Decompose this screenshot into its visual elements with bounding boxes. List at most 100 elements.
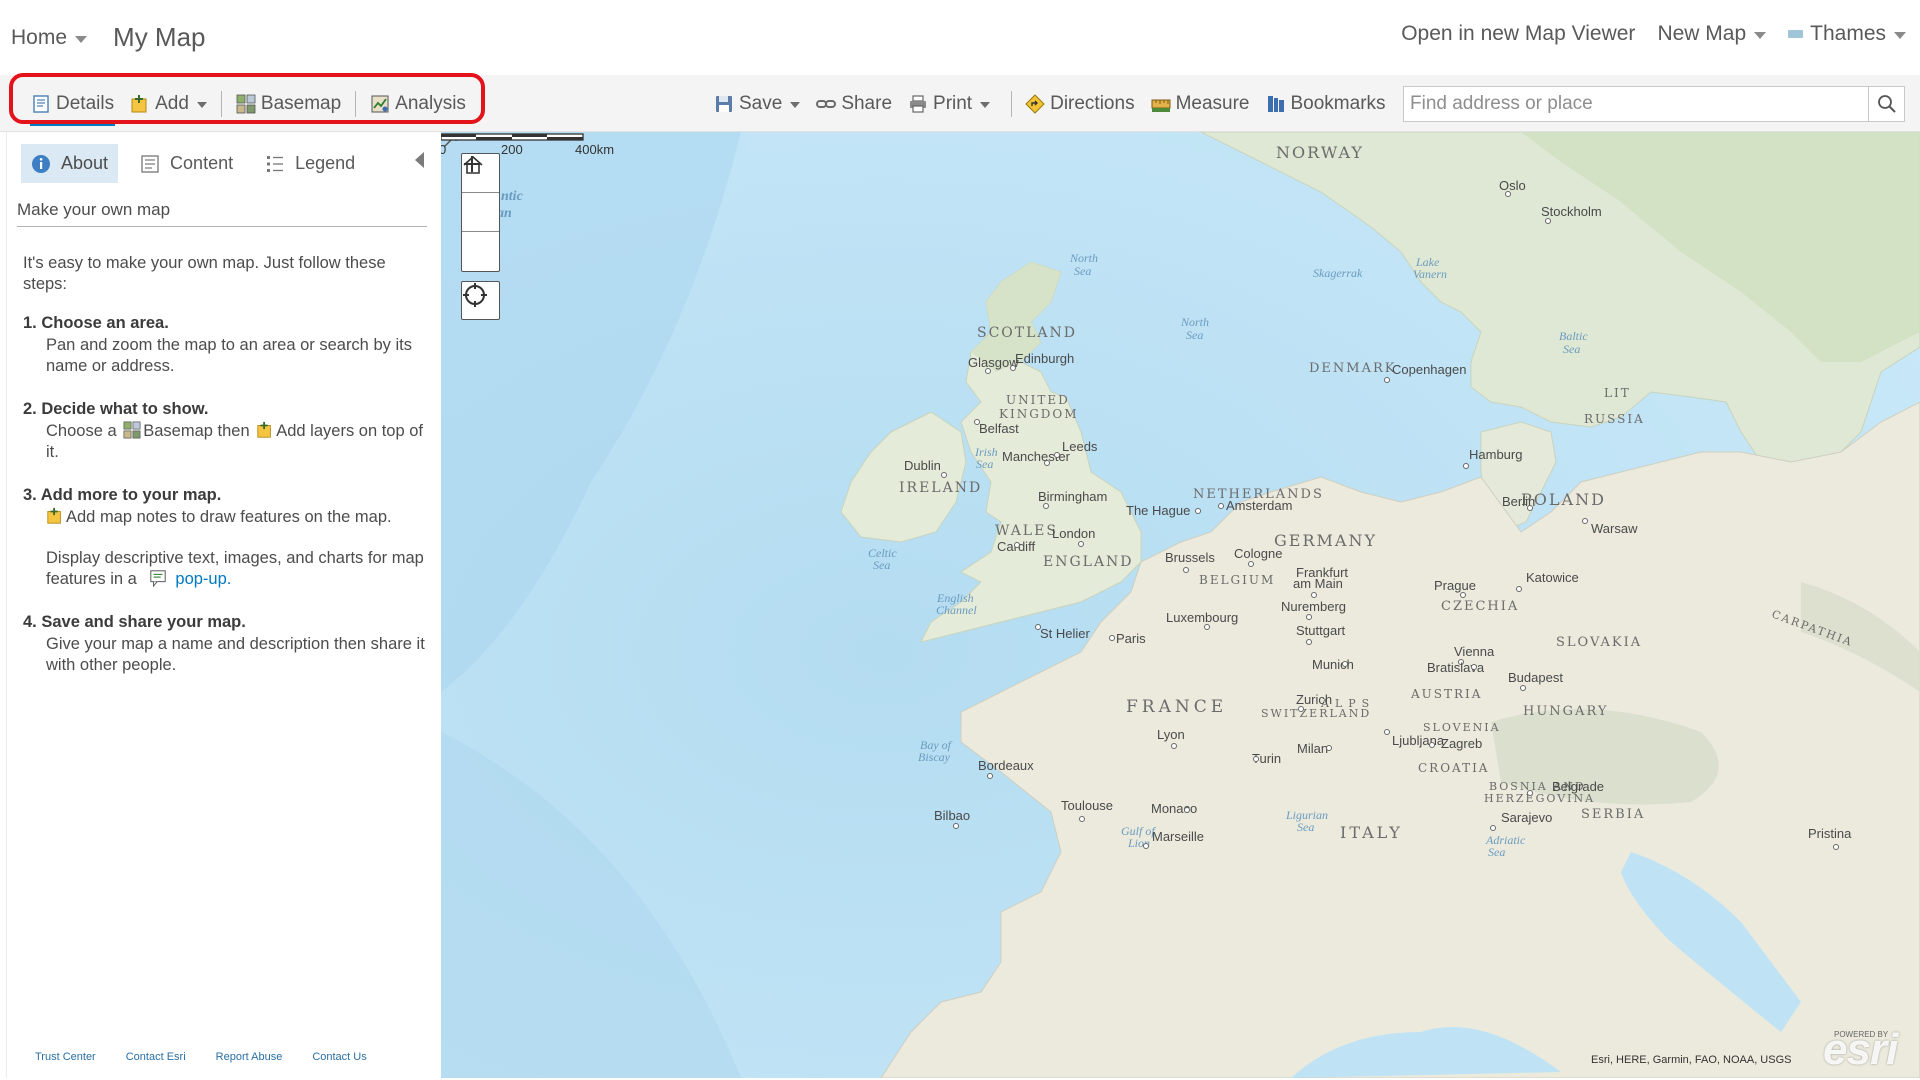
water-label: Sea bbox=[976, 457, 993, 471]
city-label: The Hague bbox=[1126, 503, 1190, 518]
city-label: Brussels bbox=[1165, 550, 1215, 565]
print-button[interactable]: Print bbox=[904, 75, 1002, 132]
basemap-icon bbox=[123, 421, 141, 439]
user-avatar-icon bbox=[1788, 30, 1804, 38]
step-3: 3. Add more to your map. Add map notes t… bbox=[23, 485, 428, 590]
chevron-down-icon bbox=[980, 101, 991, 108]
details-button[interactable]: Details bbox=[26, 75, 119, 132]
search-button[interactable] bbox=[1868, 87, 1904, 121]
city-label: Bordeaux bbox=[978, 758, 1034, 773]
locate-button[interactable] bbox=[461, 281, 500, 320]
bookmarks-button[interactable]: Bookmarks bbox=[1262, 75, 1398, 132]
popup-icon bbox=[150, 570, 167, 587]
search-input[interactable] bbox=[1404, 87, 1868, 121]
tab-about-label: About bbox=[61, 153, 109, 173]
trust-center-link[interactable]: Trust Center bbox=[35, 1051, 96, 1063]
share-label: Share bbox=[841, 92, 893, 114]
city-label: Marseille bbox=[1152, 829, 1204, 844]
user-menu[interactable]: Thames bbox=[1788, 22, 1906, 46]
step-title: 2. Decide what to show. bbox=[23, 400, 209, 418]
home-extent-button[interactable] bbox=[462, 155, 499, 232]
zoom-out-button[interactable] bbox=[462, 163, 499, 271]
add-button[interactable]: Add bbox=[125, 75, 212, 132]
details-icon bbox=[33, 94, 49, 113]
step-1: 1. Choose an area. Pan and zoom the map … bbox=[23, 313, 428, 377]
link-icon bbox=[816, 99, 837, 108]
map-title[interactable]: My Map bbox=[113, 22, 205, 53]
city-label: Bilbao bbox=[934, 808, 970, 823]
print-icon bbox=[910, 94, 927, 113]
analysis-button[interactable]: Analysis bbox=[365, 75, 471, 132]
toolbar-divider bbox=[1011, 90, 1013, 117]
country-label: AUSTRIA bbox=[1410, 687, 1482, 701]
save-button[interactable]: Save bbox=[710, 75, 812, 132]
measure-button[interactable]: Measure bbox=[1147, 75, 1262, 132]
tab-about[interactable]: About bbox=[21, 144, 119, 183]
city-label: Katowice bbox=[1526, 570, 1579, 585]
share-button[interactable]: Share bbox=[812, 75, 904, 132]
map-view[interactable]: North Sea North Sea Baltic Sea Lake Vane… bbox=[441, 132, 1920, 1078]
home-menu[interactable]: Home bbox=[11, 25, 88, 50]
open-new-viewer-label: Open in new Map Viewer bbox=[1401, 22, 1636, 45]
city-label: Ljubljana bbox=[1392, 733, 1445, 748]
tab-content[interactable]: Content bbox=[130, 144, 243, 183]
step-title: 3. Add more to your map. bbox=[23, 486, 222, 504]
scale-label: 400km bbox=[575, 142, 614, 157]
tab-legend[interactable]: Legend bbox=[255, 144, 365, 183]
analysis-label: Analysis bbox=[395, 92, 466, 114]
intro-text: It's easy to make your own map. Just fol… bbox=[23, 254, 386, 293]
city-label: Lyon bbox=[1157, 727, 1185, 742]
directions-button[interactable]: Directions bbox=[1021, 75, 1146, 132]
country-label: WALES bbox=[995, 523, 1058, 539]
directions-icon bbox=[1025, 93, 1045, 114]
country-label: IRELAND bbox=[899, 480, 982, 496]
locate-icon bbox=[463, 283, 487, 307]
city-label: St Helier bbox=[1040, 626, 1091, 641]
details-label: Details bbox=[56, 92, 115, 114]
city-label: am Main bbox=[1293, 576, 1343, 591]
water-label: Sea bbox=[873, 558, 890, 572]
panel-subtitle: Make your own map bbox=[17, 200, 427, 227]
bookmark-icon bbox=[1267, 95, 1284, 112]
header-left: Home My Map bbox=[11, 22, 206, 53]
esri-logo[interactable]: esri bbox=[1823, 1025, 1898, 1075]
water-label: Skagerrak bbox=[1313, 266, 1363, 280]
city-label: Pristina bbox=[1808, 826, 1852, 841]
chevron-down-icon bbox=[1894, 32, 1906, 39]
basemap-button[interactable]: Basemap bbox=[231, 75, 346, 132]
info-icon bbox=[32, 154, 50, 173]
city-label: Vienna bbox=[1454, 644, 1495, 659]
map-attribution[interactable]: Esri, HERE, Garmin, FAO, NOAA, USGS bbox=[1591, 1054, 1791, 1066]
country-label: NORWAY bbox=[1276, 143, 1364, 162]
step-body: Choose a Basemap then Add layers on top … bbox=[23, 421, 428, 463]
country-label: LIT bbox=[1604, 386, 1631, 400]
step-text: Choose a bbox=[46, 422, 117, 440]
basemap-icon bbox=[236, 94, 256, 113]
popup-link[interactable]: pop-up. bbox=[175, 570, 231, 588]
city-label: Zurich bbox=[1296, 692, 1332, 707]
water-label: Sea bbox=[1297, 820, 1314, 834]
step-2: 2. Decide what to show. Choose a Basemap… bbox=[23, 399, 428, 463]
water-label: Channel bbox=[936, 603, 977, 617]
city-label: Paris bbox=[1116, 631, 1146, 646]
new-map-menu[interactable]: New Map bbox=[1657, 22, 1767, 46]
home-label: Home bbox=[11, 25, 68, 49]
city-label: Prague bbox=[1434, 578, 1476, 593]
contact-esri-link[interactable]: Contact Esri bbox=[126, 1051, 186, 1063]
collapse-panel-icon[interactable] bbox=[415, 152, 424, 168]
city-label: Manchester bbox=[1002, 449, 1071, 464]
country-label: HUNGARY bbox=[1523, 704, 1608, 719]
tab-legend-label: Legend bbox=[295, 153, 356, 173]
step-title: 1. Choose an area. bbox=[23, 314, 169, 332]
address-search bbox=[1403, 86, 1905, 122]
city-label: Dublin bbox=[904, 458, 941, 473]
city-label: London bbox=[1052, 526, 1095, 541]
city-label: Cologne bbox=[1234, 546, 1282, 561]
country-label: CROATIA bbox=[1418, 761, 1489, 775]
open-new-viewer-link[interactable]: Open in new Map Viewer bbox=[1401, 22, 1635, 46]
report-abuse-link[interactable]: Report Abuse bbox=[216, 1051, 283, 1063]
water-label: Sea bbox=[1563, 342, 1580, 356]
contact-us-link[interactable]: Contact Us bbox=[312, 1051, 366, 1063]
scale-label: 200 bbox=[501, 142, 523, 157]
toolbar-divider bbox=[355, 90, 357, 117]
